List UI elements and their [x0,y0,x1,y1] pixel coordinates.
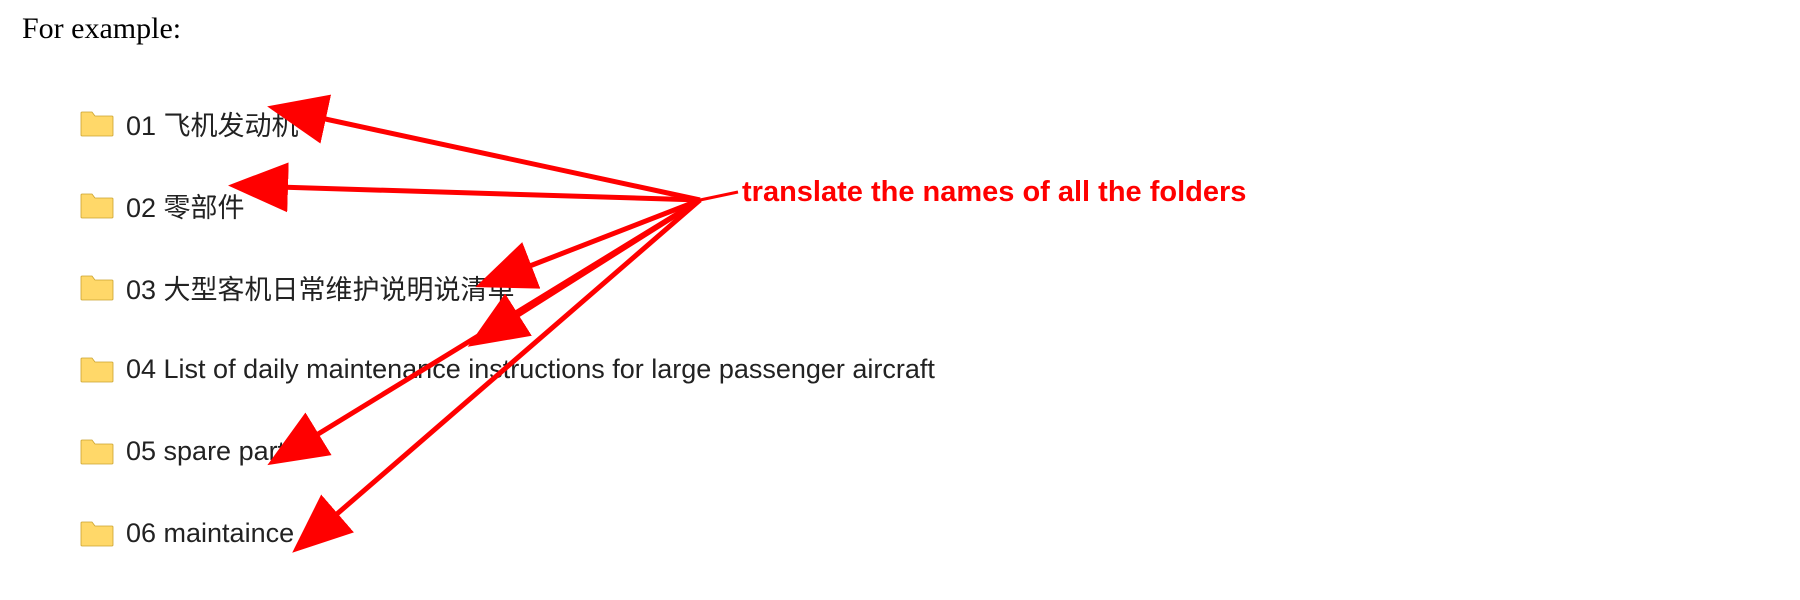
folder-icon [80,437,114,465]
intro-text: For example: [22,12,181,46]
folder-label: 05 spare parts [126,436,299,467]
folder-label: 02 零部件 [126,186,245,225]
folder-icon [80,273,114,301]
folder-row: 04 List of daily maintenance instruction… [80,328,1720,410]
folder-icon [80,109,114,137]
folder-icon [80,191,114,219]
folder-label: 01 飞机发动机 [126,104,299,143]
folder-icon [80,355,114,383]
folder-row: 06 maintaince [80,492,1720,574]
folder-icon [80,519,114,547]
annotation-text: translate the names of all the folders [742,176,1246,209]
folder-row: 03 大型客机日常维护说明说清单 [80,246,1720,328]
folder-label: 04 List of daily maintenance instruction… [126,354,935,385]
folder-row: 05 spare parts [80,410,1720,492]
folder-label: 06 maintaince [126,518,294,549]
folder-label: 03 大型客机日常维护说明说清单 [126,268,515,307]
folder-list: 01 飞机发动机 02 零部件 03 大型客机日常维护说明说清单 04 List… [80,82,1720,574]
folder-row: 01 飞机发动机 [80,82,1720,164]
